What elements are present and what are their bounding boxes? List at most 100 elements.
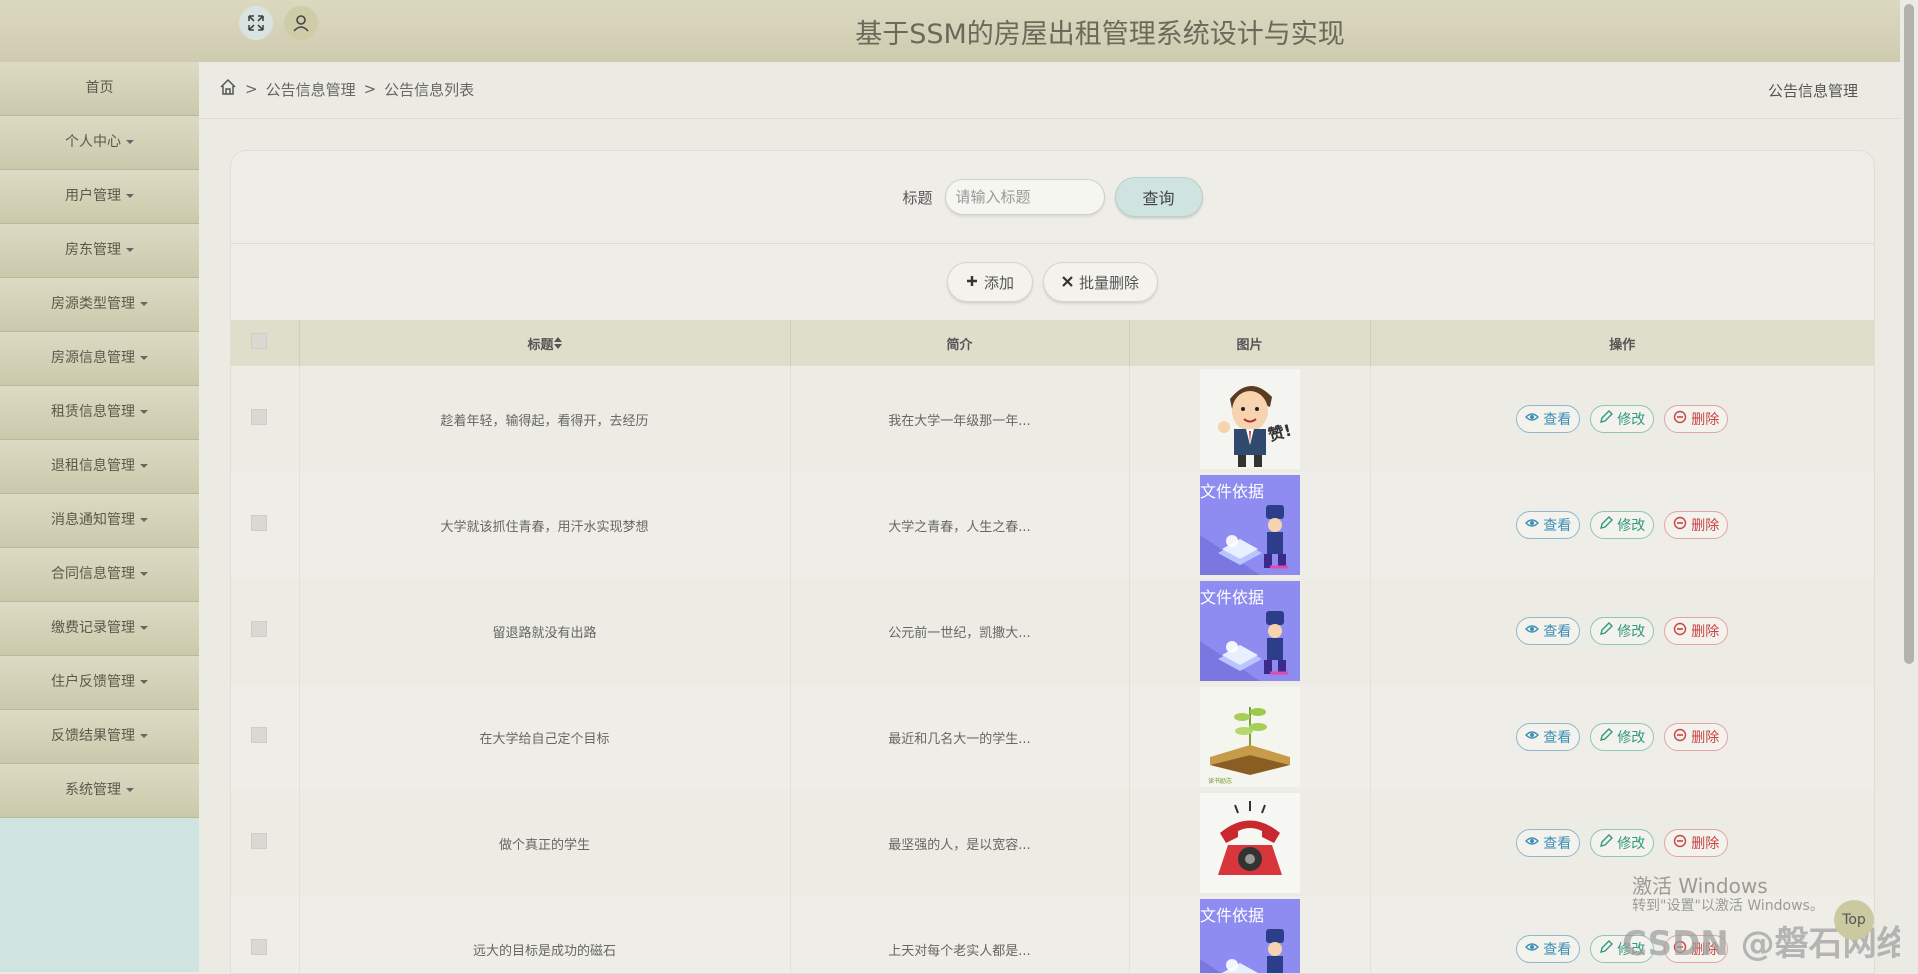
- sidebar-item-8[interactable]: 消息通知管理: [0, 494, 199, 548]
- back-to-top-button[interactable]: Top: [1834, 900, 1874, 940]
- view-button[interactable]: 查看: [1516, 511, 1581, 539]
- edit-button[interactable]: 修改: [1590, 829, 1655, 857]
- home-icon[interactable]: [219, 78, 237, 100]
- delete-button[interactable]: 删除: [1664, 829, 1729, 857]
- sidebar-item-label: 用户管理: [65, 188, 121, 204]
- edit-label: 修改: [1617, 624, 1646, 640]
- delete-button[interactable]: 删除: [1664, 617, 1729, 645]
- sidebar-item-11[interactable]: 住户反馈管理: [0, 656, 199, 710]
- header-title[interactable]: 标题: [298, 320, 790, 366]
- view-button[interactable]: 查看: [1516, 935, 1581, 963]
- row-intro: 大学之青春，人生之春...: [789, 472, 1129, 578]
- row-checkbox[interactable]: [250, 833, 267, 849]
- notice-image[interactable]: 文件依据: [1199, 899, 1300, 973]
- sidebar-item-3[interactable]: 房东管理: [0, 224, 199, 278]
- delete-label: 删除: [1691, 624, 1720, 640]
- select-all-checkbox[interactable]: [250, 333, 267, 349]
- action-row: 添加 批量删除: [231, 244, 1874, 320]
- header-image: 图片: [1128, 320, 1370, 366]
- notice-image[interactable]: 读书励志: [1199, 687, 1300, 787]
- row-ops: 查看 修改 删除: [1369, 366, 1874, 472]
- scrollbar-thumb[interactable]: [1904, 4, 1914, 664]
- sidebar-item-4[interactable]: 房源类型管理: [0, 278, 199, 332]
- caret-down-icon: [126, 194, 134, 198]
- row-intro: 最近和几名大一的学生...: [789, 684, 1129, 790]
- add-button[interactable]: 添加: [946, 262, 1033, 302]
- notice-image[interactable]: 赞!: [1199, 369, 1300, 469]
- pencil-icon: [1599, 940, 1614, 958]
- table-row: 在大学给自己定个目标 最近和几名大一的学生... 读书励志 查看 修改 删除: [231, 684, 1874, 790]
- delete-button[interactable]: 删除: [1664, 511, 1729, 539]
- edit-button[interactable]: 修改: [1590, 511, 1655, 539]
- sidebar-item-12[interactable]: 反馈结果管理: [0, 710, 199, 764]
- breadcrumb: > 公告信息管理 > 公告信息列表: [219, 78, 474, 100]
- batch-delete-button[interactable]: 批量删除: [1043, 262, 1159, 302]
- caret-down-icon: [140, 572, 148, 576]
- sidebar-item-label: 缴费记录管理: [51, 620, 135, 636]
- edit-button[interactable]: 修改: [1590, 723, 1655, 751]
- notice-image[interactable]: 文件依据: [1199, 475, 1300, 575]
- delete-label: 删除: [1691, 518, 1720, 534]
- title-search-input[interactable]: [944, 179, 1105, 215]
- batch-delete-label: 批量删除: [1079, 273, 1140, 292]
- caret-down-icon: [140, 680, 148, 684]
- caret-down-icon: [126, 788, 134, 792]
- row-checkbox[interactable]: [250, 727, 267, 743]
- query-button[interactable]: 查询: [1114, 177, 1203, 217]
- row-image-cell: 文件依据: [1128, 896, 1370, 973]
- watermark-line2: 转到"设置"以激活 Windows。: [1632, 898, 1824, 914]
- notice-image[interactable]: [1199, 793, 1300, 893]
- view-label: 查看: [1543, 942, 1572, 958]
- delete-button[interactable]: 删除: [1664, 723, 1729, 751]
- edit-label: 修改: [1617, 412, 1646, 428]
- row-checkbox[interactable]: [250, 409, 267, 425]
- view-button[interactable]: 查看: [1516, 829, 1581, 857]
- sidebar-item-5[interactable]: 房源信息管理: [0, 332, 199, 386]
- row-checkbox[interactable]: [250, 939, 267, 955]
- sidebar-item-label: 反馈结果管理: [51, 728, 135, 744]
- sidebar-item-label: 租赁信息管理: [51, 404, 135, 420]
- view-button[interactable]: 查看: [1516, 405, 1581, 433]
- sidebar-item-0[interactable]: 首页: [0, 62, 199, 116]
- minus-circle-icon: [1673, 834, 1687, 852]
- delete-label: 删除: [1691, 412, 1720, 428]
- eye-icon: [1525, 940, 1540, 958]
- minus-circle-icon: [1673, 410, 1687, 428]
- row-image-cell: 赞!: [1128, 366, 1370, 472]
- svg-text:读书励志: 读书励志: [1208, 777, 1232, 785]
- row-image-cell: [1128, 790, 1370, 896]
- sidebar-item-6[interactable]: 租赁信息管理: [0, 386, 199, 440]
- watermark-line1: 激活 Windows: [1632, 874, 1768, 898]
- page-scrollbar[interactable]: [1900, 0, 1918, 972]
- edit-button[interactable]: 修改: [1590, 617, 1655, 645]
- breadcrumb-level1[interactable]: 公告信息管理: [266, 79, 356, 100]
- sidebar-item-1[interactable]: 个人中心: [0, 116, 199, 170]
- delete-button[interactable]: 删除: [1664, 405, 1729, 433]
- sidebar-item-9[interactable]: 合同信息管理: [0, 548, 199, 602]
- svg-text:文件依据: 文件依据: [1200, 482, 1264, 501]
- row-checkbox[interactable]: [250, 515, 267, 531]
- table-row: 做个真正的学生 最坚强的人，是以宽容... 查看 修改 删除: [231, 790, 1874, 896]
- notice-table: 标题 简介 图片 操作 趁着年轻，输得起，看得开，去经历 我在大学一年级那一年..…: [231, 320, 1874, 973]
- sidebar-item-2[interactable]: 用户管理: [0, 170, 199, 224]
- row-checkbox-cell: [231, 684, 299, 790]
- row-checkbox-cell: [231, 366, 299, 472]
- pencil-icon: [1599, 516, 1614, 534]
- main-panel: 标题 查询 添加 批量删除 标题 简介 图片 操作: [230, 150, 1875, 974]
- sidebar-item-7[interactable]: 退租信息管理: [0, 440, 199, 494]
- table-row: 留退路就没有出路 公元前一世纪，凯撒大... 文件依据 查看 修改 删除: [231, 578, 1874, 684]
- sidebar-item-13[interactable]: 系统管理: [0, 764, 199, 818]
- sidebar-item-10[interactable]: 缴费记录管理: [0, 602, 199, 656]
- sort-icon[interactable]: [553, 336, 562, 353]
- view-button[interactable]: 查看: [1516, 723, 1581, 751]
- row-checkbox[interactable]: [250, 621, 267, 637]
- notice-image[interactable]: 文件依据: [1199, 581, 1300, 681]
- view-button[interactable]: 查看: [1516, 617, 1581, 645]
- row-intro: 上天对每个老实人都是...: [789, 896, 1129, 973]
- row-title: 做个真正的学生: [298, 790, 790, 896]
- view-label: 查看: [1543, 836, 1572, 852]
- sidebar-item-label: 房东管理: [65, 242, 121, 258]
- edit-button[interactable]: 修改: [1590, 405, 1655, 433]
- row-ops: 查看 修改 删除: [1369, 472, 1874, 578]
- row-checkbox-cell: [231, 896, 299, 973]
